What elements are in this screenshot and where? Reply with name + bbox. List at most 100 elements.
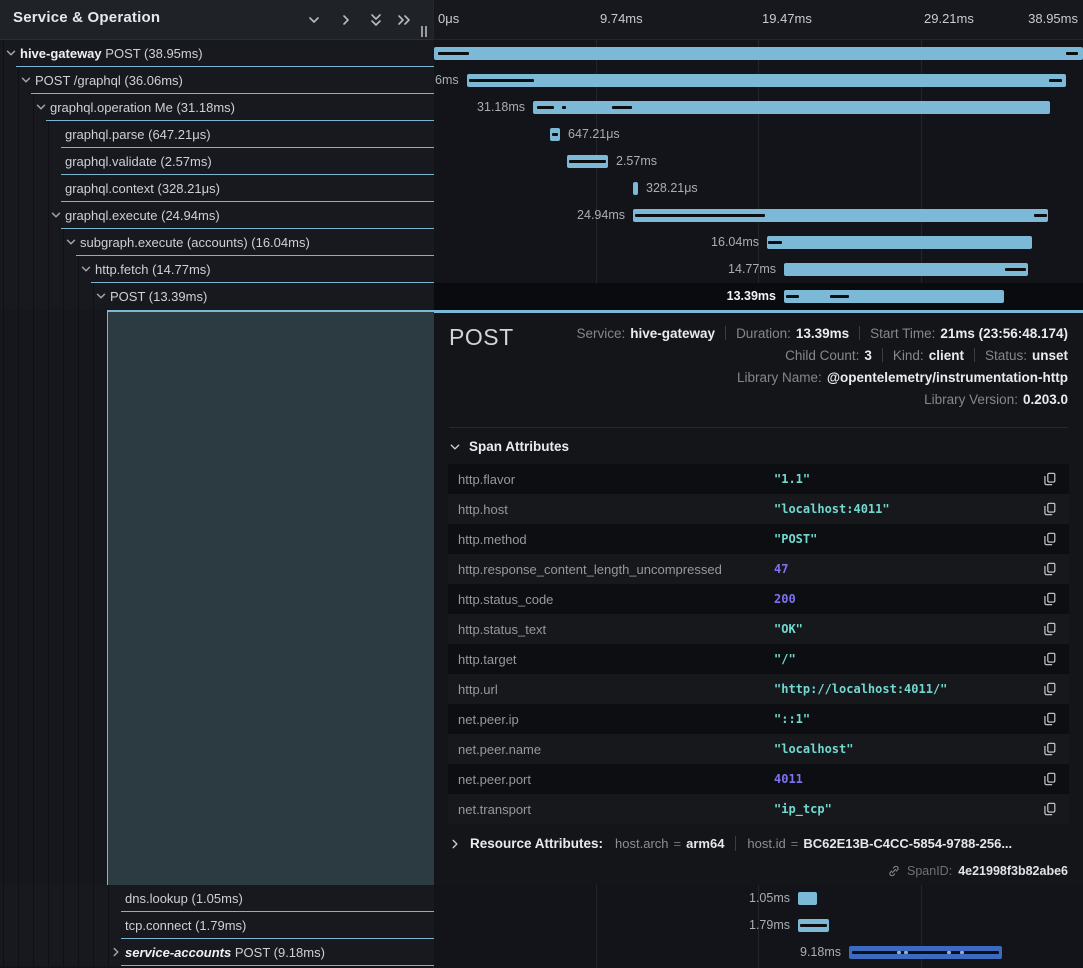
link-icon[interactable] [887, 864, 901, 878]
tree-row[interactable]: graphql.validate (2.57ms) [0, 148, 434, 175]
timeline-row[interactable]: 6ms [434, 67, 1083, 94]
collapse-one-icon[interactable] [306, 12, 322, 28]
span-id: SpanID: 4e21998f3b82abe6 [887, 864, 1068, 878]
duration-label: 13.39ms [727, 289, 776, 303]
copy-icon[interactable] [1043, 802, 1057, 816]
span-bar[interactable] [633, 182, 638, 195]
timeline-row[interactable]: 2.57ms [434, 148, 1083, 175]
resource-value: arm64 [686, 836, 724, 851]
span-id-value: 4e21998f3b82abe6 [958, 864, 1068, 878]
span-bar[interactable] [550, 128, 560, 141]
meta-value: unset [1032, 348, 1068, 363]
tree-row[interactable]: service-accounts POST (9.18ms) [0, 939, 434, 966]
attribute-key: net.transport [458, 802, 531, 817]
span-bar[interactable] [533, 101, 1050, 114]
copy-icon[interactable] [1043, 592, 1057, 606]
chevron-down-icon[interactable] [19, 73, 33, 87]
service-name: service-accounts [125, 945, 231, 960]
span-bar[interactable] [633, 209, 1048, 222]
copy-icon[interactable] [1043, 532, 1057, 546]
span-meta: Service:hive-gateway Duration:13.39ms St… [576, 322, 1068, 410]
collapse-all-icon[interactable] [368, 12, 384, 28]
divider [449, 427, 1068, 428]
span-bar[interactable] [798, 892, 817, 905]
timeline-row[interactable]: 1.79ms [434, 912, 1083, 939]
meta-label: Library Version: [924, 392, 1018, 407]
span-bar[interactable] [849, 946, 1002, 959]
attribute-key: http.response_content_length_uncompresse… [458, 562, 722, 577]
copy-icon[interactable] [1043, 622, 1057, 636]
span-id-label: SpanID: [907, 864, 952, 878]
timeline-row-selected[interactable]: 13.39ms [434, 283, 1083, 310]
meta-separator [725, 326, 726, 340]
tree-header: Service & Operation [0, 0, 433, 40]
chevron-down-icon[interactable] [49, 208, 63, 222]
meta-label: Start Time: [870, 326, 935, 341]
tree-row[interactable]: POST /graphql (36.06ms) [0, 67, 434, 94]
expand-one-icon[interactable] [338, 12, 354, 28]
timeline-row[interactable]: 328.21μs [434, 175, 1083, 202]
resource-attributes-header[interactable]: Resource Attributes: host.arch = arm64 h… [449, 836, 1012, 851]
span-bar[interactable] [784, 290, 1004, 303]
section-title: Span Attributes [469, 439, 569, 454]
timeline-row[interactable]: 1.05ms [434, 885, 1083, 912]
chevron-down-icon[interactable] [34, 100, 48, 114]
span-bar[interactable] [767, 236, 1032, 249]
tree-row[interactable]: graphql.context (328.21μs) [0, 175, 434, 202]
row-divider [121, 965, 434, 966]
operation-label: graphql.validate (2.57ms) [65, 154, 212, 169]
copy-icon[interactable] [1043, 472, 1057, 486]
duration-label: 1.79ms [749, 918, 790, 932]
tree-row[interactable]: hive-gateway POST (38.95ms) [0, 40, 434, 67]
chevron-right-icon[interactable] [109, 945, 123, 959]
tree-row[interactable]: subgraph.execute (accounts) (16.04ms) [0, 229, 434, 256]
selected-span-expansion [107, 310, 434, 885]
span-attributes-header[interactable]: Span Attributes [449, 439, 569, 454]
span-bar[interactable] [567, 155, 608, 168]
attribute-row: net.peer.ip "::1" [448, 704, 1069, 734]
meta-value: 13.39ms [796, 326, 849, 341]
meta-label: Duration: [736, 326, 791, 341]
copy-icon[interactable] [1043, 712, 1057, 726]
panel-resize-handle[interactable] [421, 26, 427, 37]
copy-icon[interactable] [1043, 772, 1057, 786]
attribute-key: http.target [458, 652, 517, 667]
tree-row-selected[interactable]: POST (13.39ms) [0, 283, 434, 310]
chevron-down-icon[interactable] [94, 289, 108, 303]
timeline-row[interactable]: 31.18ms [434, 94, 1083, 121]
timeline-row[interactable]: 16.04ms [434, 229, 1083, 256]
timeline-row[interactable]: 9.18ms [434, 939, 1083, 966]
expand-all-icon[interactable] [396, 12, 412, 28]
attribute-value: "localhost" [774, 742, 853, 756]
span-bar[interactable] [434, 47, 1083, 60]
timeline-row[interactable]: 24.94ms [434, 202, 1083, 229]
tree-row[interactable]: graphql.operation Me (31.18ms) [0, 94, 434, 121]
chevron-down-icon [449, 441, 461, 453]
operation-label: POST /graphql (36.06ms) [35, 73, 183, 88]
span-bar[interactable] [798, 919, 829, 932]
span-bar[interactable] [467, 74, 1066, 87]
copy-icon[interactable] [1043, 562, 1057, 576]
operation-label: graphql.context (328.21μs) [65, 181, 220, 196]
tree-row[interactable]: http.fetch (14.77ms) [0, 256, 434, 283]
tree-row[interactable]: dns.lookup (1.05ms) [0, 885, 434, 912]
tree-row[interactable]: tcp.connect (1.79ms) [0, 912, 434, 939]
span-bar[interactable] [784, 263, 1028, 276]
timeline-row[interactable]: 647.21μs [434, 121, 1083, 148]
chevron-down-icon[interactable] [79, 262, 93, 276]
meta-value: 3 [864, 348, 872, 363]
copy-icon[interactable] [1043, 502, 1057, 516]
meta-separator [859, 326, 860, 340]
attribute-value: 4011 [774, 772, 803, 786]
copy-icon[interactable] [1043, 742, 1057, 756]
timeline-row[interactable]: 14.77ms [434, 256, 1083, 283]
tree-row[interactable]: graphql.parse (647.21μs) [0, 121, 434, 148]
attribute-key: http.flavor [458, 472, 515, 487]
copy-icon[interactable] [1043, 652, 1057, 666]
chevron-down-icon[interactable] [64, 235, 78, 249]
chevron-down-icon[interactable] [4, 46, 18, 60]
attribute-key: net.peer.ip [458, 712, 519, 727]
timeline-row[interactable] [434, 40, 1083, 67]
tree-row[interactable]: graphql.execute (24.94ms) [0, 202, 434, 229]
copy-icon[interactable] [1043, 682, 1057, 696]
